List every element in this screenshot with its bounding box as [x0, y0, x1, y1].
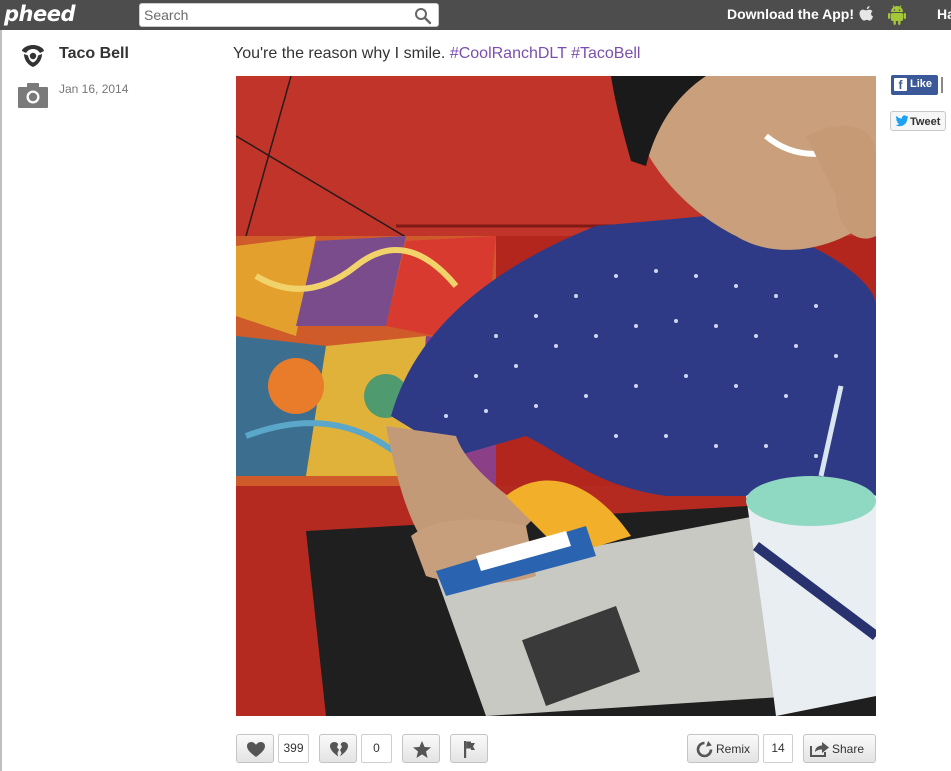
tweet-label: Tweet: [910, 116, 941, 128]
post-date: Jan 16, 2014: [59, 82, 129, 96]
search-icon[interactable]: [414, 7, 432, 25]
tweet-button[interactable]: Tweet: [890, 111, 946, 131]
broken-heart-icon: [330, 742, 348, 757]
post-photo-illustration: [236, 76, 876, 716]
left-edge-divider: [0, 30, 2, 771]
download-app-link[interactable]: Download the App!: [727, 6, 854, 22]
hashtag-coolranchdlt[interactable]: #CoolRanchDLT: [450, 45, 567, 62]
like-count: 399: [278, 734, 309, 763]
post-photo[interactable]: [236, 76, 876, 716]
heart-icon: [247, 742, 265, 757]
android-icon[interactable]: [888, 4, 906, 26]
camera-icon: [18, 83, 48, 108]
top-bar: pheed Download the App! Ha: [0, 0, 951, 30]
remix-label: Remix: [716, 742, 751, 756]
taco-bell-logo[interactable]: [19, 43, 47, 69]
share-label: Share: [832, 742, 865, 756]
flag-icon: [464, 741, 475, 758]
facebook-like-label: Like: [910, 78, 933, 90]
search-input[interactable]: [144, 6, 409, 24]
dislike-button[interactable]: [319, 734, 357, 763]
share-icon: [810, 742, 829, 757]
like-button[interactable]: [236, 734, 274, 763]
facebook-like-counter-truncated: [941, 77, 943, 93]
hashtag-tacobell[interactable]: #TacoBell: [571, 45, 640, 62]
search-box[interactable]: [139, 3, 439, 27]
pheed-logo[interactable]: pheed: [4, 2, 76, 26]
star-icon: [413, 741, 431, 758]
apple-icon[interactable]: [857, 5, 875, 25]
dislike-count: 0: [361, 734, 392, 763]
author-name[interactable]: Taco Bell: [59, 45, 129, 63]
share-button[interactable]: Share: [803, 734, 876, 763]
caption-text: You're the reason why I smile.: [233, 45, 446, 62]
twitter-bird-icon: [895, 115, 909, 127]
facebook-icon: f: [894, 78, 907, 92]
remix-count: 14: [763, 734, 793, 763]
remix-button[interactable]: Remix: [687, 734, 759, 763]
top-nav-item-truncated[interactable]: Ha: [937, 6, 951, 22]
remix-icon: [696, 741, 713, 758]
facebook-like-button[interactable]: f Like: [891, 75, 938, 95]
post-caption: You're the reason why I smile. #CoolRanc…: [233, 45, 640, 63]
favorite-button[interactable]: [402, 734, 440, 763]
flag-button[interactable]: [450, 734, 488, 763]
